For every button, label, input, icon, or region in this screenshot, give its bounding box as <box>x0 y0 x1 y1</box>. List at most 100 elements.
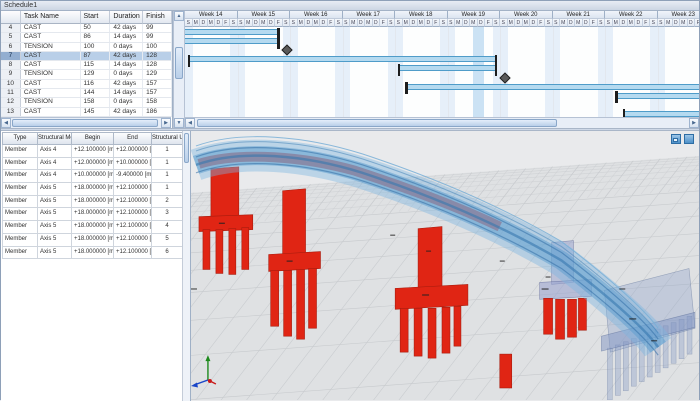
scrollbar-thumb[interactable] <box>175 47 183 79</box>
weekend-stripe <box>283 27 291 117</box>
cell: 5 <box>152 234 183 247</box>
properties-table-body[interactable]: MemberAxis 4+12.100000 [m]+12.000000 [m]… <box>2 145 183 259</box>
properties-table[interactable]: TypeStructural MembBeginEndStructural Un… <box>2 132 183 259</box>
cell: 6 <box>1 43 21 51</box>
day-label: D <box>373 19 381 27</box>
table-row[interactable]: MemberAxis 4+10.000000 [m]-9.400000 [m]1 <box>2 170 183 183</box>
cell: 3 <box>152 208 183 221</box>
window-title: Schedule1 <box>1 1 699 11</box>
cell: 1 <box>152 145 183 158</box>
task-table-body[interactable]: 4CAST5042 days995CAST8614 days996TENSION… <box>1 24 172 117</box>
cell: CAST <box>21 61 81 69</box>
table-row[interactable]: MemberAxis 5+18.000000 [m]+12.100000 [m]… <box>2 208 183 221</box>
cell: 144 <box>81 89 111 97</box>
scroll-left-icon[interactable]: ◀ <box>1 118 11 128</box>
cell: 6 <box>152 247 183 260</box>
task-table[interactable]: Task NameStartDurationFinish 4CAST5042 d… <box>1 11 173 128</box>
table-row[interactable]: 9TENSION1290 days129 <box>1 70 172 79</box>
task-bar[interactable] <box>616 93 699 99</box>
task-bar[interactable] <box>189 56 497 62</box>
cell: Member <box>2 208 38 221</box>
day-label: D <box>320 19 328 27</box>
table-row[interactable]: 6TENSION1000 days100 <box>1 43 172 52</box>
cell: Axis 5 <box>38 247 72 260</box>
cell: 158 <box>81 98 111 106</box>
cell: 0 days <box>110 43 143 51</box>
day-label: S <box>440 19 448 27</box>
table-row[interactable]: MemberAxis 5+18.000000 [m]+12.100000 [m]… <box>2 221 183 234</box>
task-bar[interactable] <box>399 65 497 71</box>
day-label: S <box>493 19 501 27</box>
table-row[interactable]: MemberAxis 4+12.000000 [m]+10.000000 [m]… <box>2 158 183 171</box>
task-bar[interactable] <box>185 38 279 44</box>
table-row[interactable]: 5CAST8614 days99 <box>1 33 172 42</box>
table-row[interactable]: MemberAxis 5+18.000000 [m]+12.100000 [m]… <box>2 234 183 247</box>
cell: 13 <box>1 108 21 116</box>
cell: Member <box>2 196 38 209</box>
day-label: M <box>193 19 201 27</box>
column-header: Finish <box>143 11 172 24</box>
day-label: F <box>538 19 546 27</box>
table-row[interactable]: MemberAxis 5+18.000000 [m]+12.100000 [m]… <box>2 183 183 196</box>
table-row[interactable]: 12TENSION1580 days158 <box>1 98 172 107</box>
cell: 14 days <box>110 89 143 97</box>
day-label: D <box>253 19 261 27</box>
scroll-right-icon[interactable]: ▶ <box>161 118 171 128</box>
task-bar[interactable] <box>406 84 699 90</box>
scroll-up-icon[interactable]: ▲ <box>174 11 184 21</box>
day-label: D <box>215 19 223 27</box>
gantt-chart[interactable]: Week 14Week 15Week 16Week 17Week 18Week … <box>185 11 699 128</box>
week-gridline <box>658 27 659 117</box>
day-label: S <box>343 19 351 27</box>
table-row[interactable]: MemberAxis 4+12.100000 [m]+12.000000 [m]… <box>2 145 183 158</box>
scrollbar-thumb[interactable] <box>184 133 189 163</box>
day-label: M <box>628 19 636 27</box>
scroll-down-icon[interactable]: ▼ <box>174 118 184 128</box>
weekend-stripe <box>290 27 298 117</box>
table-row[interactable]: 8CAST11514 days128 <box>1 61 172 70</box>
gantt-vscrollbar[interactable]: ▲ ▼ <box>173 11 185 128</box>
day-label: D <box>478 19 486 27</box>
3d-viewport[interactable] <box>191 131 699 401</box>
day-label: F <box>485 19 493 27</box>
bottom-section: TypeStructural MembBeginEndStructural Un… <box>1 131 699 401</box>
cell: TENSION <box>21 43 81 51</box>
scrollbar-thumb[interactable] <box>197 119 557 127</box>
table-row[interactable]: MemberAxis 5+18.000000 [m]+12.100000 [m]… <box>2 247 183 260</box>
column-header: Structural Memb <box>38 132 72 145</box>
top-section: Task NameStartDurationFinish 4CAST5042 d… <box>1 11 699 128</box>
table-row[interactable]: MemberAxis 5+18.000000 [m]+12.100000 [m]… <box>2 196 183 209</box>
task-bar[interactable] <box>185 29 279 35</box>
properties-panel[interactable]: TypeStructural MembBeginEndStructural Un… <box>1 131 191 401</box>
table-row[interactable]: 13CAST14542 days186 <box>1 108 172 117</box>
table-row[interactable]: 4CAST5042 days99 <box>1 24 172 33</box>
properties-vscrollbar[interactable] <box>182 131 190 401</box>
cell: -9.400000 [m] <box>114 170 152 183</box>
task-bar[interactable] <box>624 111 699 117</box>
table-row[interactable]: 7CAST8742 days128 <box>1 52 172 61</box>
cell: Axis 5 <box>38 208 72 221</box>
restore-view-icon[interactable] <box>671 134 681 144</box>
scroll-right-icon[interactable]: ▶ <box>689 118 699 128</box>
cell: 42 days <box>110 108 143 116</box>
table-row[interactable]: 11CAST14414 days157 <box>1 89 172 98</box>
window-view-icon[interactable] <box>684 134 694 144</box>
cell: 1 <box>152 158 183 171</box>
gantt-body[interactable] <box>185 27 699 117</box>
cell: CAST <box>21 52 81 60</box>
scrollbar-thumb[interactable] <box>12 119 158 127</box>
day-label: D <box>425 19 433 27</box>
gantt-hscrollbar[interactable]: ◀ ▶ <box>185 117 699 128</box>
scroll-left-icon[interactable]: ◀ <box>185 118 195 128</box>
day-label: M <box>455 19 463 27</box>
table-row[interactable]: 10CAST11642 days157 <box>1 80 172 89</box>
day-label: M <box>560 19 568 27</box>
task-table-hscrollbar[interactable]: ◀ ▶ <box>1 117 171 128</box>
cell: CAST <box>21 33 81 41</box>
week-label: Week 21 <box>553 11 606 19</box>
cell: +12.000000 [m] <box>114 145 152 158</box>
day-label: M <box>665 19 673 27</box>
cell: Axis 5 <box>38 196 72 209</box>
day-label: S <box>395 19 403 27</box>
cell: Member <box>2 170 38 183</box>
